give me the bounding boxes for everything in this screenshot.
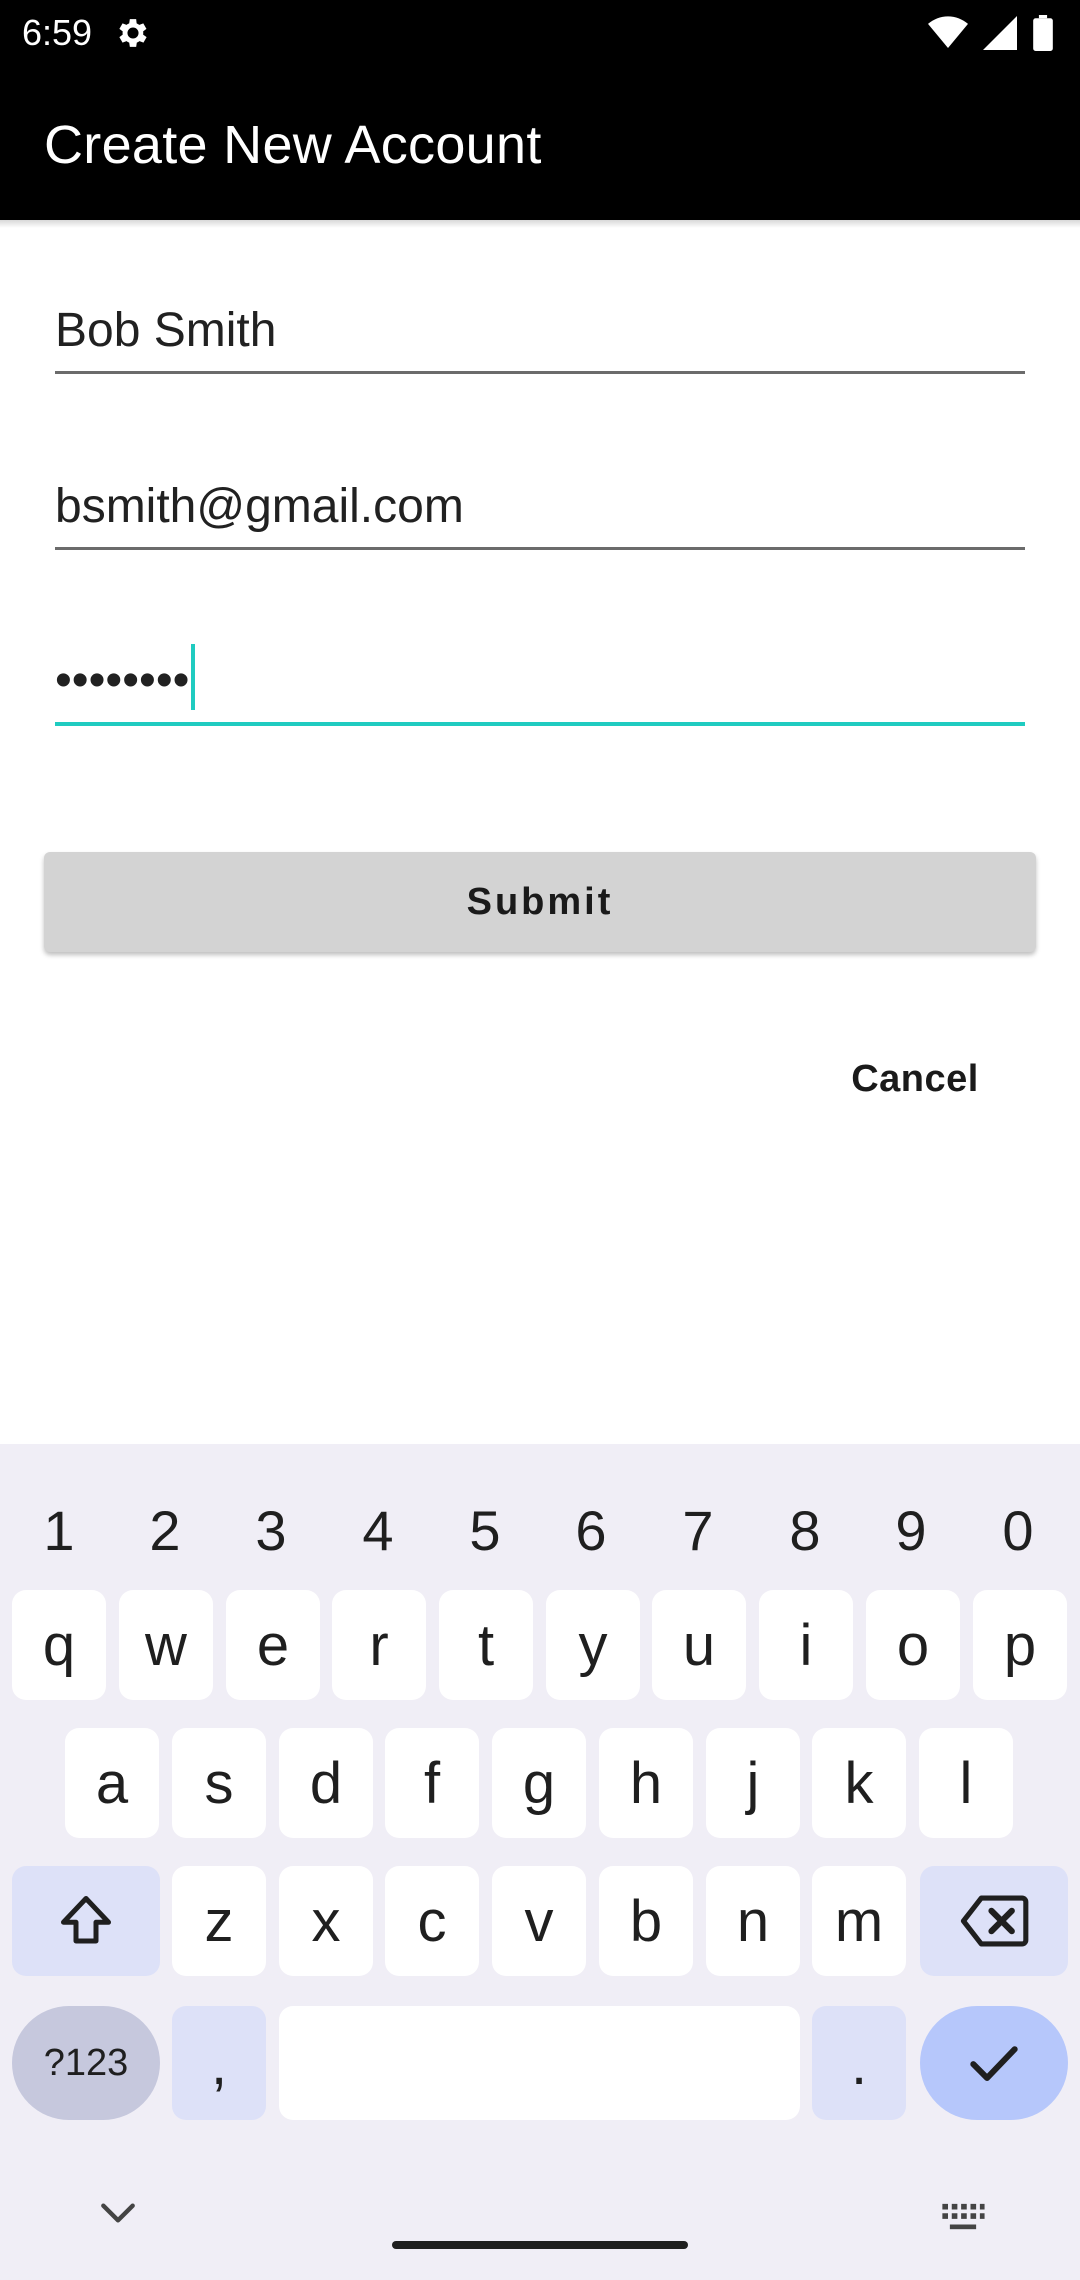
key-p[interactable]: p: [973, 1590, 1067, 1700]
cell-signal-icon: [983, 16, 1017, 50]
password-field-value-wrap: ••••••••: [55, 644, 196, 710]
key-e[interactable]: e: [226, 1590, 320, 1700]
key-1[interactable]: 1: [9, 1498, 109, 1563]
email-field-value: bsmith@gmail.com: [55, 480, 464, 533]
name-field[interactable]: Bob Smith: [55, 264, 1025, 374]
keyboard-switch-icon[interactable]: [940, 2202, 986, 2232]
key-f[interactable]: f: [385, 1728, 479, 1838]
cancel-button[interactable]: Cancel: [826, 1040, 1004, 1118]
key-4[interactable]: 4: [328, 1498, 428, 1563]
email-field[interactable]: bsmith@gmail.com: [55, 440, 1025, 550]
app-bar-shadow: [0, 220, 1080, 228]
name-field-underline: [55, 371, 1025, 374]
key-w[interactable]: w: [119, 1590, 213, 1700]
key-u[interactable]: u: [652, 1590, 746, 1700]
key-3[interactable]: 3: [221, 1498, 321, 1563]
keyboard-number-row: 1 2 3 4 5 6 7 8 9 0: [0, 1484, 1080, 1574]
key-6[interactable]: 6: [541, 1498, 641, 1563]
key-q[interactable]: q: [12, 1590, 106, 1700]
key-c[interactable]: c: [385, 1866, 479, 1976]
shift-key[interactable]: [12, 1866, 160, 1976]
key-j[interactable]: j: [706, 1728, 800, 1838]
settings-icon: [119, 19, 147, 47]
key-7[interactable]: 7: [648, 1498, 748, 1563]
password-field-value: ••••••••: [55, 654, 190, 707]
key-x[interactable]: x: [279, 1866, 373, 1976]
page-title: Create New Account: [44, 115, 542, 175]
key-s[interactable]: s: [172, 1728, 266, 1838]
comma-key[interactable]: ,: [172, 2006, 266, 2120]
key-b[interactable]: b: [599, 1866, 693, 1976]
status-time: 6:59: [22, 12, 93, 53]
password-field-underline: [55, 722, 1025, 726]
soft-keyboard: 1 2 3 4 5 6 7 8 9 0 q w e r t y u i o p …: [0, 1444, 1080, 2280]
period-key[interactable]: .: [812, 2006, 906, 2120]
key-i[interactable]: i: [759, 1590, 853, 1700]
key-t[interactable]: t: [439, 1590, 533, 1700]
email-field-underline: [55, 547, 1025, 550]
key-d[interactable]: d: [279, 1728, 373, 1838]
name-field-value: Bob Smith: [55, 304, 277, 357]
key-a[interactable]: a: [65, 1728, 159, 1838]
key-h[interactable]: h: [599, 1728, 693, 1838]
space-key[interactable]: [279, 2006, 800, 2120]
status-bar: 6:59: [0, 0, 1080, 66]
checkmark-icon: [970, 2046, 1018, 2081]
key-2[interactable]: 2: [115, 1498, 215, 1563]
key-9[interactable]: 9: [861, 1498, 961, 1563]
key-o[interactable]: o: [866, 1590, 960, 1700]
text-cursor: [191, 644, 196, 710]
key-0[interactable]: 0: [968, 1498, 1068, 1563]
key-y[interactable]: y: [546, 1590, 640, 1700]
key-r[interactable]: r: [332, 1590, 426, 1700]
wifi-icon: [928, 16, 968, 48]
shift-icon: [61, 1896, 111, 1944]
key-g[interactable]: g: [492, 1728, 586, 1838]
hide-keyboard-chevron-down-icon[interactable]: [96, 2198, 140, 2228]
key-5[interactable]: 5: [435, 1498, 535, 1563]
password-field[interactable]: ••••••••: [55, 616, 1025, 726]
backspace-key[interactable]: [920, 1866, 1068, 1976]
backspace-icon: [960, 1895, 1029, 1947]
key-m[interactable]: m: [812, 1866, 906, 1976]
key-8[interactable]: 8: [755, 1498, 855, 1563]
key-k[interactable]: k: [812, 1728, 906, 1838]
key-v[interactable]: v: [492, 1866, 586, 1976]
key-z[interactable]: z: [172, 1866, 266, 1976]
home-gesture-bar[interactable]: [392, 2241, 688, 2249]
key-l[interactable]: l: [919, 1728, 1013, 1838]
key-n[interactable]: n: [706, 1866, 800, 1976]
symbols-key[interactable]: ?123: [12, 2006, 160, 2120]
app-bar: Create New Account: [0, 66, 1080, 220]
battery-icon: [1033, 15, 1053, 51]
submit-button[interactable]: Submit: [44, 852, 1036, 952]
done-key[interactable]: [920, 2006, 1068, 2120]
